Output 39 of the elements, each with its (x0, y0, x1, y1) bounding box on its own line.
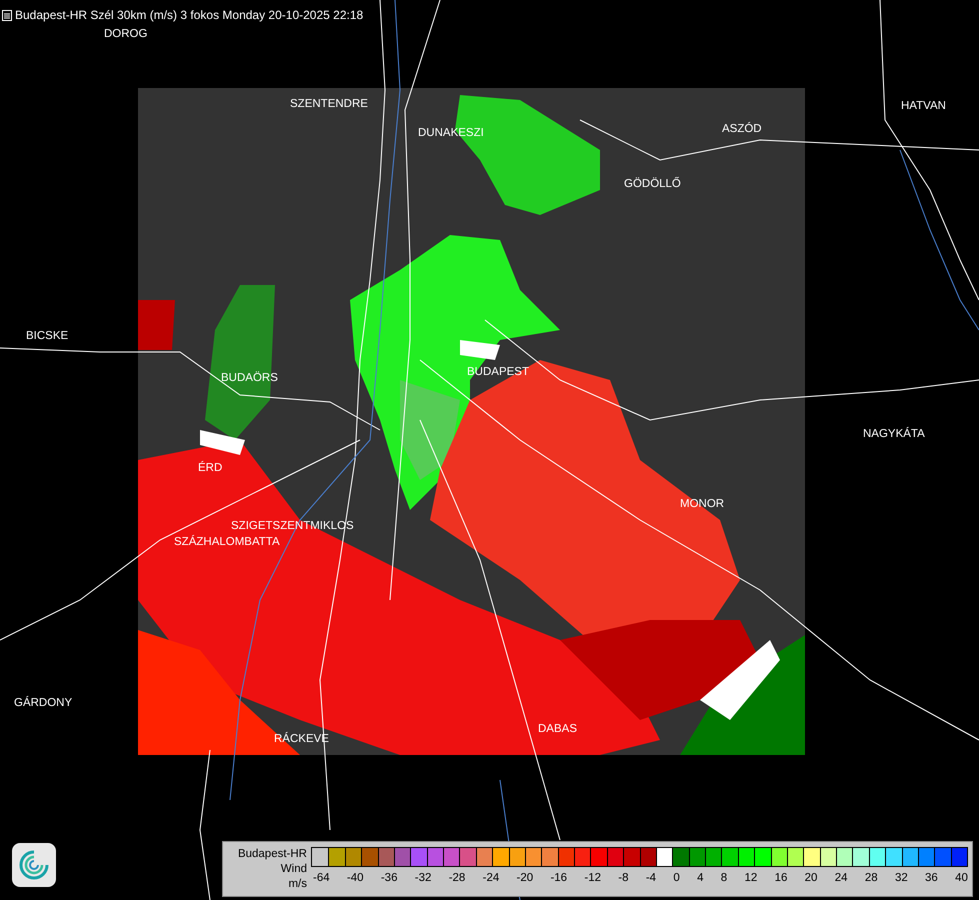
place-label: NAGYKÁTA (863, 428, 925, 440)
place-label: ÉRD (198, 462, 222, 474)
scale-tick: 36 (925, 872, 938, 884)
map-title: Budapest-HR Szél 30km (m/s) 3 fokos Monday 20-10-2025 22:18 (15, 8, 364, 22)
scale-tick: 28 (864, 872, 878, 884)
place-label: ASZÓD (722, 123, 762, 135)
scale-tick: -28 (448, 872, 466, 884)
place-label: DABAS (538, 723, 577, 735)
place-label: GÖDÖLLŐ (624, 178, 681, 190)
place-label: SZÁZHALOMBATTA (174, 536, 280, 548)
place-label: BICSKE (26, 330, 68, 342)
scale-tick: -36 (380, 872, 398, 884)
scale-tick: 24 (834, 872, 848, 884)
scale-tick: -20 (516, 872, 534, 884)
legend-label: m/s (288, 877, 307, 892)
scale-tick: -32 (414, 872, 432, 884)
scale-tick: 4 (697, 872, 704, 884)
scale-tick: -8 (618, 872, 629, 884)
logo-icon (12, 843, 56, 887)
place-label: DOROG (104, 28, 148, 40)
scale-tick: 0 (673, 872, 680, 884)
scale-tick: 32 (894, 872, 908, 884)
scale-tick: -64 (313, 872, 330, 884)
scale-tick: 20 (804, 872, 818, 884)
scale-tick: -4 (646, 872, 656, 884)
scale-tick: 40 (955, 872, 968, 884)
scale-tick: -12 (584, 872, 601, 884)
scale-tick: -24 (482, 872, 500, 884)
place-label: SZENTENDRE (290, 98, 368, 110)
scale-tick: 16 (774, 872, 788, 884)
legend-label: Wind (280, 862, 307, 877)
place-label: GÁRDONY (14, 697, 72, 709)
scale-tick: -16 (550, 872, 568, 884)
legend-label: Budapest-HR (238, 847, 307, 862)
place-label: BUDAÖRS (221, 372, 278, 384)
scale-tick: -40 (346, 872, 364, 884)
scale-tick: 12 (744, 872, 758, 884)
place-label: HATVAN (901, 100, 946, 112)
scale-tick: 8 (720, 872, 728, 884)
